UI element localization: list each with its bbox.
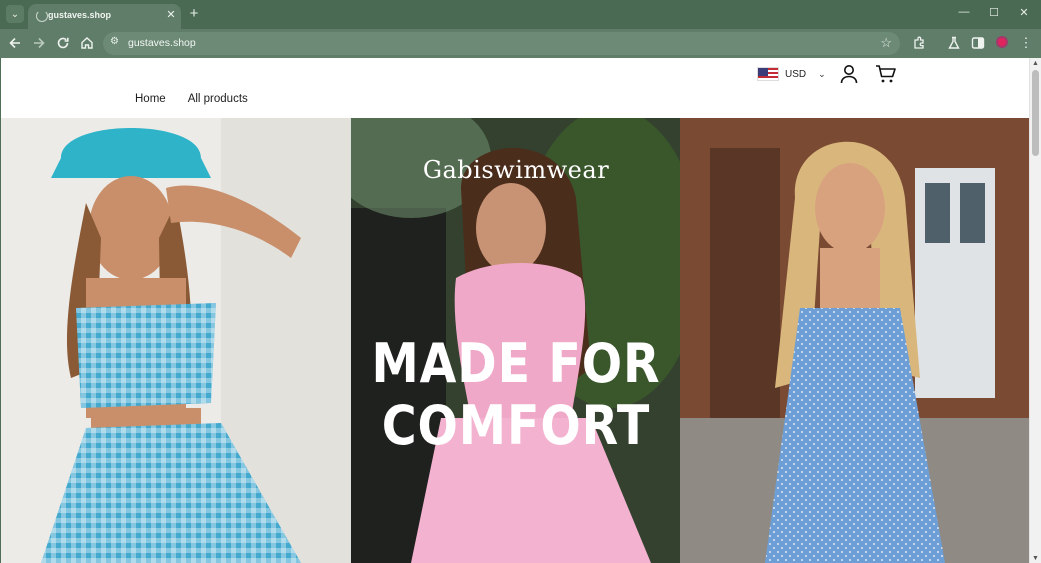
brand-logo-text: Gabiswimwear — [422, 156, 610, 184]
scroll-down-icon[interactable]: ▼ — [1032, 555, 1039, 562]
hero-banner[interactable]: Gabiswimwear MADE FOR COMFORT — [1, 118, 1029, 563]
headline-line-1: MADE FOR — [371, 332, 661, 395]
currency-code: USD — [785, 68, 807, 80]
menu-icon[interactable]: ⋮ — [1018, 35, 1034, 51]
reload-icon[interactable] — [55, 35, 71, 51]
account-icon[interactable] — [839, 64, 859, 84]
hero-image-left — [1, 118, 350, 563]
main-nav: Home All products — [135, 93, 248, 105]
home-icon[interactable] — [79, 35, 95, 51]
currency-selector[interactable]: USD ⌄ — [757, 66, 826, 82]
back-icon[interactable] — [7, 35, 23, 51]
url-text[interactable]: gustaves.shop — [128, 37, 196, 49]
tab-title: gustaves.shop — [48, 10, 112, 20]
address-bar[interactable]: ⚙ gustaves.shop ☆ — [103, 32, 900, 55]
hero-image-right — [680, 118, 1029, 563]
hero-image-center: Gabiswimwear MADE FOR COMFORT — [350, 118, 680, 563]
chevron-down-icon: ⌄ — [818, 68, 826, 79]
headline-line-2: COMFORT — [381, 394, 651, 457]
nav-link-all-products[interactable]: All products — [188, 93, 248, 105]
close-window-button[interactable]: ✕ — [1017, 6, 1031, 19]
scroll-up-icon[interactable]: ▲ — [1032, 60, 1039, 67]
browser-window: ⌄ gustaves.shop ✕ + — ☐ ✕ ⚙ gustaves.sho… — [0, 0, 1041, 563]
browser-toolbar: ⚙ gustaves.shop ☆ ⋮ — [0, 29, 1041, 58]
labs-icon[interactable] — [946, 35, 962, 51]
scrollbar-thumb[interactable] — [1032, 70, 1039, 156]
site-info-icon[interactable]: ⚙ — [110, 36, 119, 47]
maximize-button[interactable]: ☐ — [987, 6, 1001, 19]
tab-strip: ⌄ gustaves.shop ✕ + — ☐ ✕ — [0, 0, 1041, 29]
profile-icon[interactable] — [996, 36, 1008, 48]
bookmark-star-icon[interactable]: ☆ — [880, 35, 892, 51]
forward-icon[interactable] — [31, 35, 47, 51]
side-panel-icon[interactable] — [970, 35, 986, 51]
us-flag-icon — [757, 67, 779, 81]
page-viewport: USD ⌄ Home All products Gabiswimwear MAD… — [1, 58, 1029, 563]
cart-icon[interactable] — [875, 64, 897, 84]
tab-close-icon[interactable]: ✕ — [165, 8, 177, 21]
tab-loading-icon — [36, 10, 48, 22]
nav-link-home[interactable]: Home — [135, 93, 166, 105]
model-blue-dress-illustration — [680, 118, 1029, 563]
page-scrollbar[interactable]: ▲ ▼ — [1029, 58, 1041, 563]
hero-headline: MADE FOR COMFORT — [371, 333, 661, 457]
extensions-icon[interactable] — [911, 35, 927, 51]
minimize-button[interactable]: — — [957, 6, 971, 18]
model-gingham-illustration — [1, 118, 350, 563]
tab-active[interactable]: gustaves.shop ✕ — [28, 4, 181, 29]
new-tab-button[interactable]: + — [186, 5, 202, 22]
tab-search-icon[interactable]: ⌄ — [6, 5, 24, 23]
